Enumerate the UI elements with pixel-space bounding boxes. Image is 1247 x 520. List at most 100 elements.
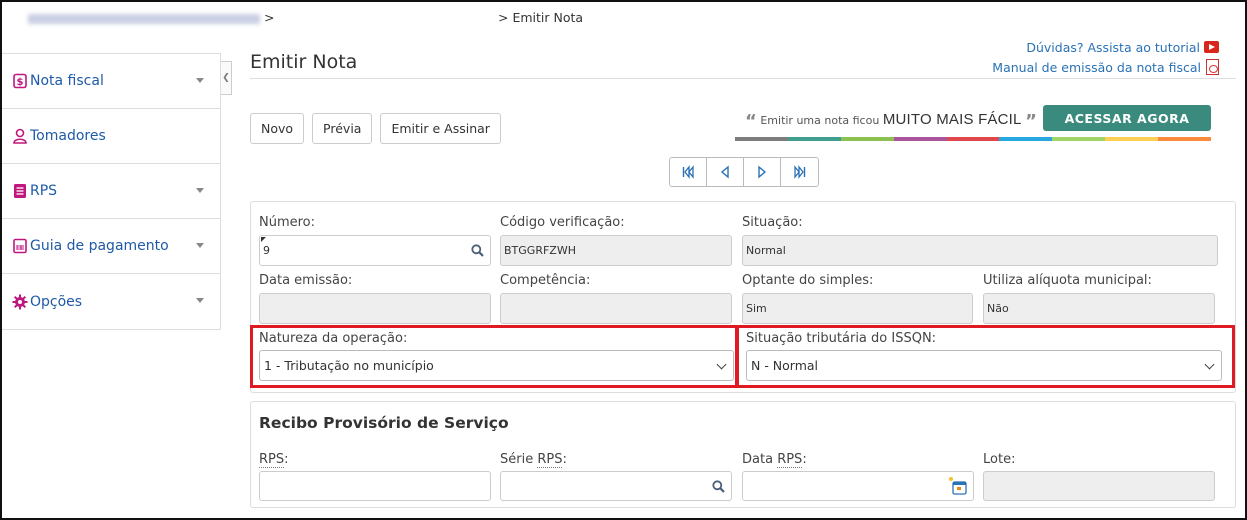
promo-banner: “ Emitir uma nota ficou MUITO MAIS FÁCIL…: [735, 105, 1212, 142]
preview-button[interactable]: Prévia: [312, 113, 373, 144]
data-rps-suffix: :: [802, 452, 807, 467]
promo-color-segment: [893, 137, 947, 141]
sidebar-item-rps[interactable]: RPS: [2, 164, 220, 219]
aliquota-municipal-value: Não: [987, 302, 1009, 315]
aliquota-municipal-field: Não: [983, 293, 1215, 324]
sidebar-item-guia-pagamento[interactable]: Guia de pagamento: [2, 219, 220, 274]
barcode-icon: [12, 238, 28, 254]
search-icon[interactable]: [471, 244, 484, 260]
rps-number-input[interactable]: [259, 471, 491, 501]
promo-color-segment: [787, 137, 841, 141]
serie-rps-input[interactable]: [500, 471, 732, 501]
sidebar: $ Nota fiscal Tomadores RPS Guia de paga…: [2, 53, 221, 330]
situacao-tributaria-highlight-box: [736, 325, 1235, 388]
sidebar-item-opcoes[interactable]: Opções: [2, 274, 220, 329]
chevron-down-icon: [196, 78, 204, 83]
svg-text:$: $: [17, 77, 24, 88]
youtube-icon: [1204, 41, 1219, 53]
skip-last-icon: [793, 165, 805, 179]
promo-color-segment: [735, 137, 788, 141]
record-navigation: [669, 157, 819, 187]
sidebar-item-label: Tomadores: [30, 128, 106, 144]
title-divider: [250, 78, 1236, 79]
edit-marker-icon: [261, 237, 266, 242]
chevron-down-icon: [196, 298, 204, 303]
sidebar-item-tomadores[interactable]: Tomadores: [2, 109, 220, 164]
action-toolbar: Novo Prévia Emitir e Assinar: [250, 113, 501, 144]
serie-rps-suffix: :: [562, 452, 567, 467]
aliquota-municipal-label: Utiliza alíquota municipal:: [983, 273, 1152, 288]
new-button[interactable]: Novo: [250, 113, 305, 144]
chevron-left-icon: ❮: [222, 73, 230, 83]
search-icon[interactable]: [712, 480, 725, 496]
lote-label: Lote:: [983, 452, 1016, 467]
codigo-verificacao-label: Código verificação:: [500, 215, 625, 230]
competencia-label: Competência:: [500, 273, 591, 288]
issue-and-sign-button[interactable]: Emitir e Assinar: [380, 113, 501, 144]
rps-abbr: RPS: [259, 452, 285, 468]
last-record-button[interactable]: [781, 158, 818, 186]
data-rps-prefix: Data: [742, 452, 778, 467]
situacao-field: Normal: [742, 235, 1218, 266]
promo-highlight: MUITO MAIS FÁCIL: [882, 111, 1022, 128]
sidebar-item-label: Opções: [30, 293, 83, 310]
access-now-button[interactable]: ACESSAR AGORA: [1043, 105, 1211, 131]
serie-rps-label: Série RPS:: [500, 452, 567, 468]
optante-simples-label: Optante do simples:: [742, 273, 874, 288]
data-rps-abbr: RPS: [777, 452, 803, 468]
rps-label-suffix: :: [284, 452, 289, 467]
close-quote-icon: ”: [1025, 111, 1037, 132]
promo-color-segment: [946, 137, 1000, 141]
sidebar-item-nota-fiscal[interactable]: $ Nota fiscal: [2, 54, 220, 109]
promo-color-bar: [735, 137, 1212, 141]
serie-rps-prefix: Série: [500, 452, 538, 467]
situacao-label: Situação:: [742, 215, 803, 230]
document-icon: [12, 183, 28, 199]
breadcrumb: > > Emitir Nota: [28, 10, 583, 25]
sidebar-item-label: Guia de pagamento: [30, 238, 169, 254]
optante-simples-value: Sim: [746, 302, 767, 315]
numero-field[interactable]: 9: [259, 235, 491, 266]
situacao-value: Normal: [746, 244, 786, 257]
page-title: Emitir Nota: [250, 51, 358, 73]
promo-message: Emitir uma nota ficou: [760, 114, 880, 127]
breadcrumb-current: > Emitir Nota: [498, 10, 584, 25]
previous-icon: [720, 165, 729, 179]
promo-color-segment: [1052, 137, 1106, 141]
competencia-field: [500, 293, 732, 324]
first-record-button[interactable]: [670, 158, 707, 186]
data-rps-input[interactable]: [742, 471, 974, 501]
data-emissao-label: Data emissão:: [259, 273, 353, 288]
manual-pdf-label: Manual de emissão da nota fiscal: [992, 59, 1201, 75]
open-quote-icon: “: [745, 111, 757, 132]
tutorial-video-link[interactable]: Dúvidas? Assista ao tutorial: [992, 37, 1219, 57]
tutorial-video-label: Dúvidas? Assista ao tutorial: [1026, 39, 1200, 55]
breadcrumb-parent-redacted[interactable]: [28, 13, 260, 24]
promo-color-segment: [999, 137, 1053, 141]
breadcrumb-separator: >: [264, 10, 275, 25]
skip-first-icon: [682, 165, 694, 179]
help-links: Dúvidas? Assista ao tutorial Manual de e…: [992, 37, 1219, 77]
rps-panel: Recibo Provisório de Serviço RPS: Série …: [250, 401, 1236, 508]
sidebar-item-label: Nota fiscal: [30, 73, 104, 89]
codigo-verificacao-value: BTGGRFZWH: [504, 244, 576, 257]
chevron-down-icon: [196, 188, 204, 193]
promo-color-segment: [1105, 137, 1159, 141]
calendar-icon[interactable]: [947, 476, 967, 500]
sidebar-item-label: RPS: [30, 183, 58, 199]
next-record-button[interactable]: [744, 158, 781, 186]
natureza-highlight-box: [250, 325, 738, 388]
data-emissao-field: [259, 293, 491, 324]
promo-text: “ Emitir uma nota ficou MUITO MAIS FÁCIL…: [745, 111, 1037, 132]
manual-pdf-link[interactable]: Manual de emissão da nota fiscal: [992, 57, 1219, 77]
dollar-icon: $: [12, 73, 28, 89]
promo-color-segment: [840, 137, 894, 141]
codigo-verificacao-field: BTGGRFZWH: [500, 235, 732, 266]
previous-record-button[interactable]: [707, 158, 744, 186]
numero-label: Número:: [259, 215, 316, 230]
serie-rps-abbr: RPS: [537, 452, 563, 468]
rps-label: RPS:: [259, 452, 289, 468]
numero-value: 9: [263, 244, 270, 257]
sidebar-collapse-toggle[interactable]: ❮: [221, 61, 232, 95]
chevron-down-icon: [196, 243, 204, 248]
